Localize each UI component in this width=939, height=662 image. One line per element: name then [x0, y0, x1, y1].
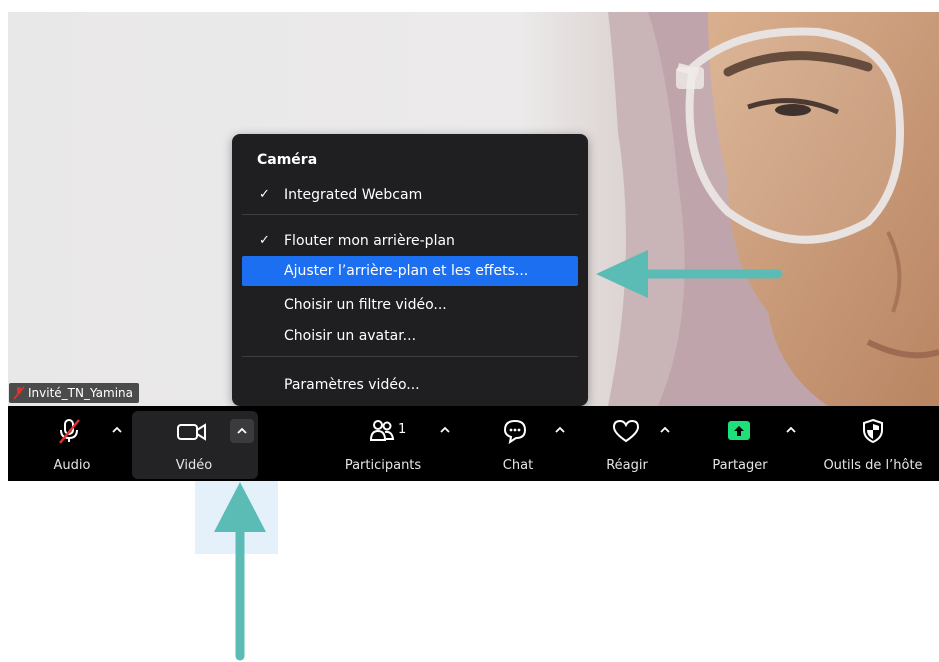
share-button[interactable]: Partager — [708, 406, 778, 481]
menu-item-choose-avatar[interactable]: Choisir un avatar... — [242, 321, 578, 351]
chat-button[interactable]: Chat — [488, 406, 548, 481]
chevron-up-icon[interactable] — [659, 424, 671, 436]
check-icon: ✓ — [259, 233, 270, 248]
audio-label: Audio — [53, 458, 91, 473]
menu-item-choose-video-filter[interactable]: Choisir un filtre vidéo... — [242, 290, 578, 320]
menu-item-blur-background[interactable]: ✓ Flouter mon arrière-plan — [242, 226, 578, 256]
participants-count: 1 — [398, 422, 407, 437]
chevron-up-icon[interactable] — [554, 424, 566, 436]
participants-icon — [369, 420, 395, 441]
audio-button[interactable]: Audio — [48, 406, 98, 481]
menu-divider — [242, 214, 578, 215]
participants-label: Participants — [344, 458, 422, 473]
chevron-up-icon — [237, 427, 247, 434]
participant-name: Invité_TN_Yamina — [28, 386, 133, 400]
microphone-muted-icon — [59, 419, 80, 444]
share-label: Partager — [712, 458, 768, 473]
menu-item-label: Paramètres vidéo... — [284, 377, 420, 393]
microphone-muted-icon — [13, 386, 25, 400]
menu-item-label: Ajuster l’arrière-plan et les effets... — [284, 263, 529, 279]
menu-item-video-settings[interactable]: Paramètres vidéo... — [242, 370, 578, 400]
menu-item-adjust-background-effects[interactable]: Ajuster l’arrière-plan et les effets... — [242, 256, 578, 286]
annotation-highlight — [195, 481, 278, 554]
chevron-up-icon[interactable] — [785, 424, 797, 436]
host-tools-button[interactable]: Outils de l’hôte — [818, 406, 928, 481]
heart-icon — [612, 419, 640, 443]
menu-item-label: Flouter mon arrière-plan — [284, 233, 455, 249]
camera-menu-heading: Caméra — [257, 152, 318, 168]
menu-item-integrated-webcam[interactable]: ✓ Integrated Webcam — [242, 180, 578, 210]
video-camera-icon — [177, 423, 206, 441]
chat-label: Chat — [502, 458, 534, 473]
meeting-toolbar: Audio Vidéo 1 Participants Chat Réagir P… — [8, 406, 939, 481]
menu-item-label: Integrated Webcam — [284, 187, 423, 203]
participants-button[interactable]: 1 Participants — [334, 406, 434, 481]
video-options-button[interactable] — [230, 419, 254, 443]
react-button[interactable]: Réagir — [598, 406, 658, 481]
menu-divider — [242, 356, 578, 357]
shield-icon — [863, 418, 883, 444]
check-icon: ✓ — [259, 187, 270, 202]
participant-name-tag: Invité_TN_Yamina — [9, 383, 139, 403]
camera-menu: Caméra ✓ Integrated Webcam ✓ Flouter mon… — [232, 134, 588, 406]
chat-bubble-icon — [503, 419, 527, 444]
menu-item-label: Choisir un avatar... — [284, 328, 417, 344]
chevron-up-icon[interactable] — [111, 424, 123, 436]
react-label: Réagir — [606, 458, 648, 473]
host-tools-label: Outils de l’hôte — [823, 458, 923, 473]
menu-item-label: Choisir un filtre vidéo... — [284, 297, 447, 313]
video-label: Vidéo — [175, 458, 213, 473]
share-screen-icon — [728, 421, 750, 440]
chevron-up-icon[interactable] — [439, 424, 451, 436]
